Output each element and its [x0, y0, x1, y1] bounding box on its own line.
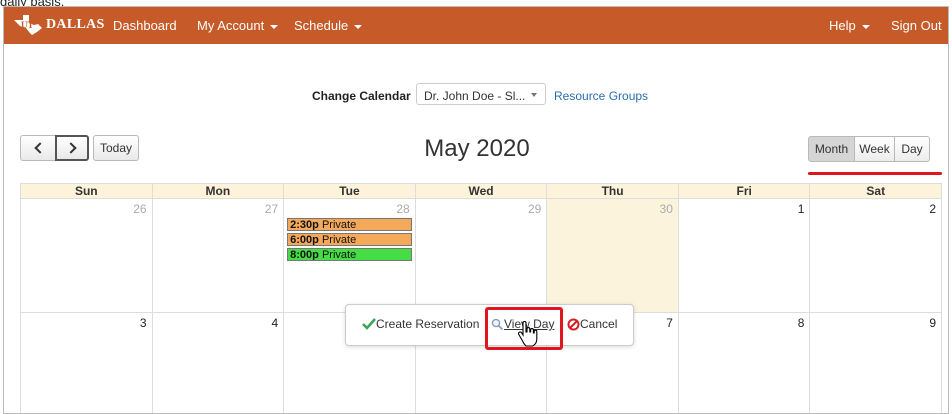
- day-number: 27: [264, 202, 279, 216]
- create-reservation-button[interactable]: Create Reservation: [362, 317, 479, 331]
- day-cell[interactable]: 28 2:30p Private 6:00p Private 8:00p Pri…: [284, 199, 416, 313]
- chevron-down-icon: [354, 24, 363, 29]
- day-cell[interactable]: 9: [810, 313, 943, 413]
- dropdown-arrow-icon: [531, 93, 537, 97]
- day-number: 2: [929, 202, 937, 216]
- annotation-underline: [808, 172, 942, 175]
- utd-logo[interactable]: UT DALLAS: [12, 13, 105, 37]
- nav-sign-out[interactable]: Sign Out: [891, 18, 942, 33]
- weekday-tue: Tue: [284, 184, 416, 198]
- weekday-thu: Thu: [547, 184, 679, 198]
- weekday-sun: Sun: [21, 184, 153, 198]
- day-cell[interactable]: 2: [810, 199, 943, 313]
- weekday-wed: Wed: [416, 184, 548, 198]
- day-number: 1: [797, 202, 805, 216]
- nav-my-account-label: My Account: [197, 18, 265, 33]
- event-title: Private: [321, 234, 357, 246]
- cancel-icon: [567, 318, 580, 330]
- event-time: 6:00p: [290, 234, 319, 246]
- nav-schedule[interactable]: Schedule: [294, 18, 363, 33]
- day-number: 3: [139, 316, 147, 330]
- day-cell-today[interactable]: 30: [547, 199, 679, 313]
- view-week-button[interactable]: Week: [854, 136, 895, 162]
- cancel-button[interactable]: Cancel: [567, 317, 617, 331]
- calendar-event[interactable]: 8:00p Private: [287, 248, 412, 261]
- chevron-down-icon: [861, 24, 870, 29]
- calendar-select[interactable]: Dr. John Doe - Sl...: [416, 83, 546, 105]
- nav-help[interactable]: Help: [829, 18, 870, 33]
- cancel-label: Cancel: [580, 317, 618, 331]
- day-cell[interactable]: 26: [21, 199, 153, 313]
- weekday-sat: Sat: [866, 184, 886, 198]
- day-number: 30: [659, 202, 673, 216]
- day-number: 7: [666, 316, 673, 330]
- checkmark-icon: [362, 318, 376, 330]
- svg-text:UT: UT: [21, 20, 34, 30]
- week-row-1: 26 27 28 2:30p Private 6:00p Private 8:0…: [20, 199, 943, 313]
- app-window: UT DALLAS Dashboard My Account Schedule …: [3, 6, 949, 414]
- weekday-mon: Mon: [153, 184, 285, 198]
- day-cell[interactable]: 3: [21, 313, 153, 413]
- weekday-header: Sun Mon Tue Wed Thu Fri Sat: [20, 183, 942, 199]
- day-cell[interactable]: 29: [415, 199, 548, 313]
- calendar-selector-row: Change Calendar Dr. John Doe - Sl... Res…: [4, 83, 948, 107]
- calendar-event[interactable]: 6:00p Private: [287, 233, 412, 246]
- event-title: Private: [321, 249, 357, 261]
- day-number: 29: [527, 202, 542, 216]
- day-number: 4: [271, 316, 279, 330]
- day-cell[interactable]: 8: [679, 313, 811, 413]
- day-cell[interactable]: 4: [153, 313, 285, 413]
- hand-cursor-icon: [517, 321, 538, 347]
- day-cell[interactable]: 1: [678, 199, 811, 313]
- nav-my-account[interactable]: My Account: [197, 18, 279, 33]
- resource-groups-link[interactable]: Resource Groups: [554, 89, 648, 103]
- chevron-down-icon: [270, 24, 279, 29]
- nav-help-label: Help: [829, 18, 856, 33]
- event-time: 2:30p: [290, 219, 319, 231]
- day-cell[interactable]: 27: [152, 199, 285, 313]
- change-calendar-label: Change Calendar: [312, 89, 411, 103]
- event-title: Private: [321, 219, 357, 231]
- day-number: 8: [797, 316, 805, 330]
- view-switcher: Month Week Day: [808, 136, 930, 162]
- top-navbar: UT DALLAS Dashboard My Account Schedule …: [4, 7, 948, 44]
- day-number: 28: [396, 202, 410, 216]
- calendar-select-value: Dr. John Doe - Sl...: [424, 89, 526, 103]
- view-day-button[interactable]: Day: [894, 136, 930, 162]
- view-month-button[interactable]: Month: [808, 136, 855, 162]
- calendar-event[interactable]: 2:30p Private: [287, 218, 412, 231]
- event-time: 8:00p: [290, 249, 319, 261]
- month-calendar: Sun Mon Tue Wed Thu Fri Sat 26 27 28 2:3…: [20, 183, 943, 413]
- nav-dashboard[interactable]: Dashboard: [113, 18, 177, 33]
- day-number: 26: [133, 202, 147, 216]
- logo-text: DALLAS: [46, 17, 105, 32]
- weekday-fri: Fri: [679, 184, 811, 198]
- create-reservation-label: Create Reservation: [376, 317, 480, 331]
- nav-schedule-label: Schedule: [294, 18, 349, 33]
- day-number: 9: [929, 316, 937, 330]
- texas-logo-icon: UT: [14, 15, 42, 35]
